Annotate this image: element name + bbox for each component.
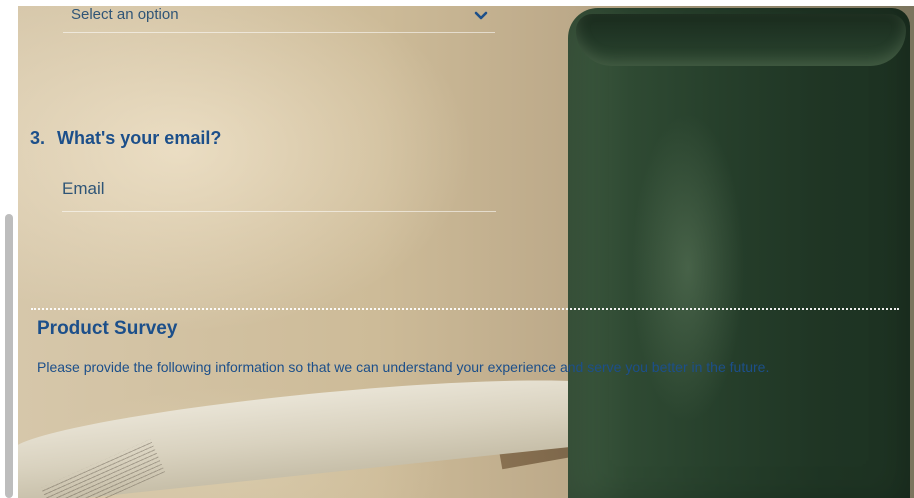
- section-divider: [31, 308, 899, 310]
- form-content: Select an option 3. What's your email? E…: [0, 0, 914, 498]
- select-placeholder: Select an option: [71, 6, 179, 23]
- question-label: What's your email?: [57, 127, 222, 148]
- survey-page: Select an option 3. What's your email? E…: [0, 0, 914, 498]
- question-3: 3. What's your email?: [30, 127, 221, 149]
- email-field[interactable]: Email: [62, 177, 496, 212]
- email-placeholder: Email: [62, 179, 105, 198]
- survey-description: Please provide the following information…: [37, 359, 770, 375]
- survey-title: Product Survey: [37, 318, 178, 339]
- option-select[interactable]: Select an option: [63, 0, 495, 33]
- question-number: 3.: [30, 127, 46, 148]
- chevron-down-icon[interactable]: [473, 7, 489, 23]
